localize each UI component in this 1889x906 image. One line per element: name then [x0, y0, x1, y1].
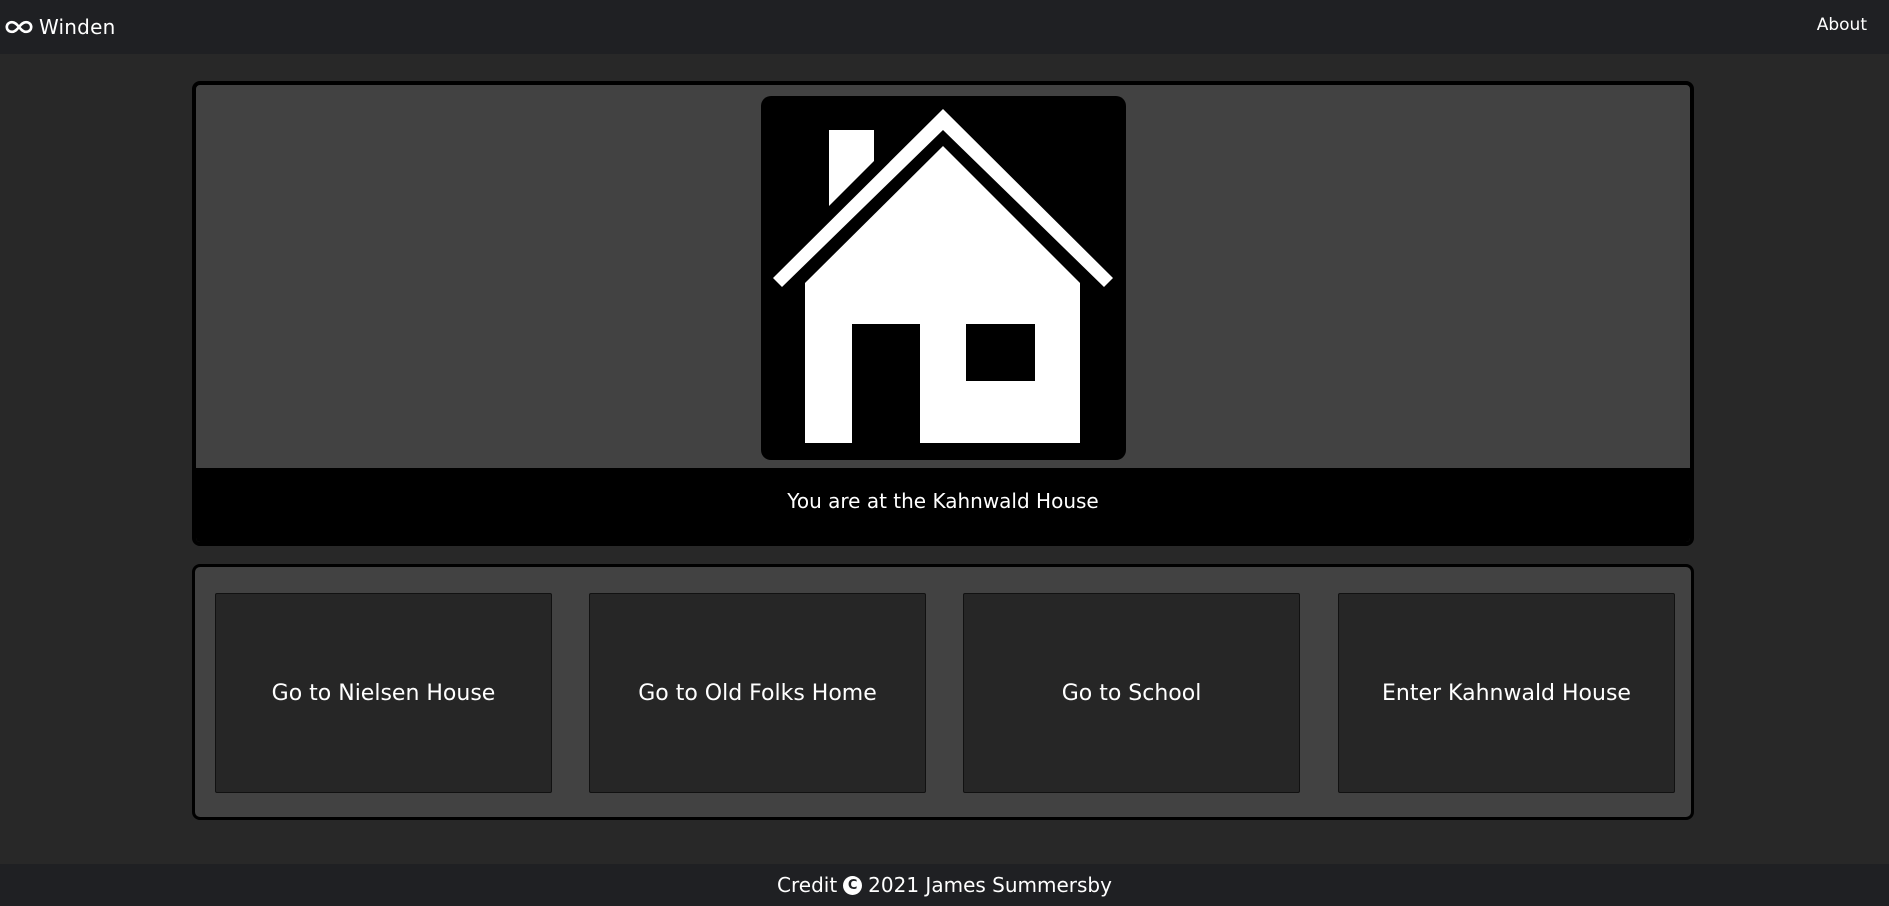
go-to-old-folks-home-button[interactable]: Go to Old Folks Home — [589, 593, 926, 793]
actions-panel: Go to Nielsen House Go to Old Folks Home… — [192, 564, 1694, 820]
footer-year-author: 2021 James Summersby — [868, 873, 1112, 897]
enter-kahnwald-house-button[interactable]: Enter Kahnwald House — [1338, 593, 1675, 793]
scene-panel: You are at the Kahnwald House — [192, 81, 1694, 546]
location-image — [761, 96, 1126, 460]
footer-credit-label: Credit — [777, 873, 838, 897]
infinity-icon — [5, 20, 33, 34]
footer: Credit C 2021 James Summersby — [0, 864, 1889, 906]
copyright-icon: C — [843, 875, 863, 895]
go-to-nielsen-house-button[interactable]: Go to Nielsen House — [215, 593, 552, 793]
house-icon — [773, 109, 1113, 444]
top-navbar: Winden About — [0, 0, 1889, 54]
caption-bar: You are at the Kahnwald House — [196, 468, 1690, 542]
brand-name: Winden — [39, 15, 116, 39]
location-caption: You are at the Kahnwald House — [787, 489, 1099, 513]
brand-link[interactable]: Winden — [5, 0, 115, 54]
go-to-school-button[interactable]: Go to School — [963, 593, 1300, 793]
about-link[interactable]: About — [1817, 0, 1867, 50]
